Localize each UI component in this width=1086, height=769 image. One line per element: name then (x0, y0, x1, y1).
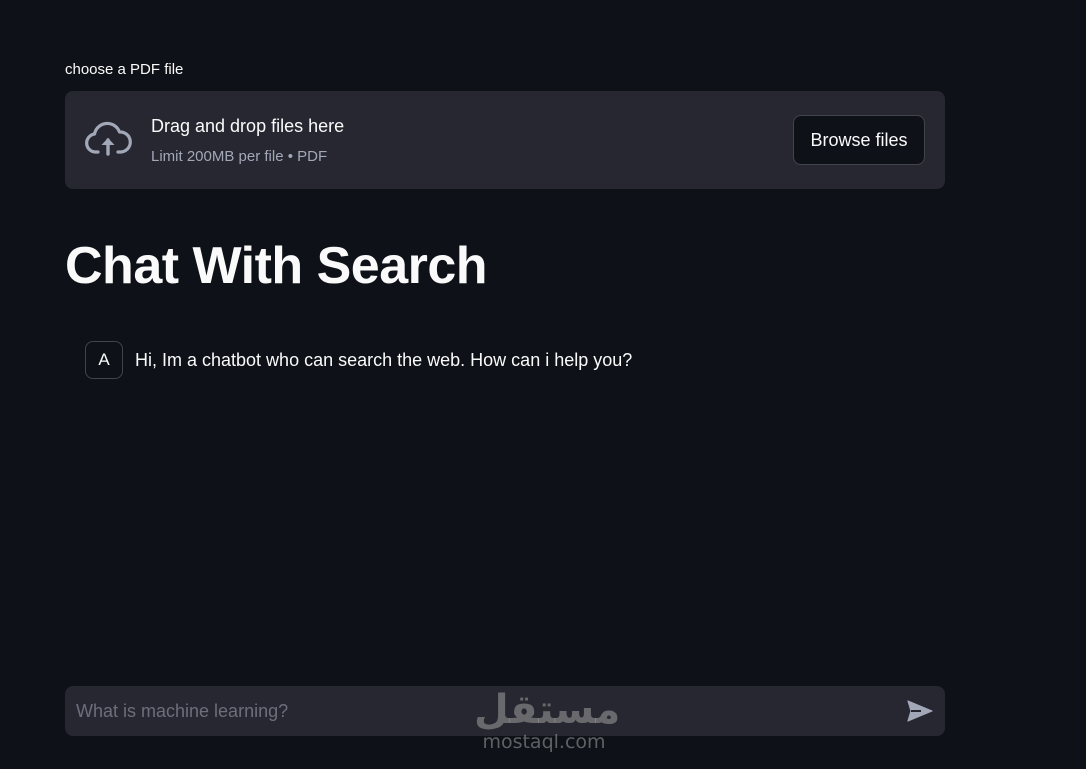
chat-message: A Hi, Im a chatbot who can search the we… (85, 341, 632, 379)
browse-files-button[interactable]: Browse files (793, 115, 925, 165)
app-page: choose a PDF file Drag and drop files he… (0, 0, 1086, 769)
assistant-avatar: A (85, 341, 123, 379)
send-button[interactable] (907, 699, 933, 723)
dropzone-limit-text: Limit 200MB per file • PDF (151, 148, 328, 165)
file-uploader-label: choose a PDF file (65, 61, 184, 78)
file-dropzone[interactable]: Drag and drop files here Limit 200MB per… (65, 91, 945, 189)
dropzone-title: Drag and drop files here (151, 116, 345, 136)
send-icon (907, 700, 933, 722)
chat-input-container (65, 686, 945, 736)
chat-input[interactable] (65, 686, 885, 736)
cloud-upload-icon (84, 120, 132, 160)
chat-message-text: Hi, Im a chatbot who can search the web.… (135, 349, 633, 370)
page-title: Chat With Search (65, 237, 488, 295)
